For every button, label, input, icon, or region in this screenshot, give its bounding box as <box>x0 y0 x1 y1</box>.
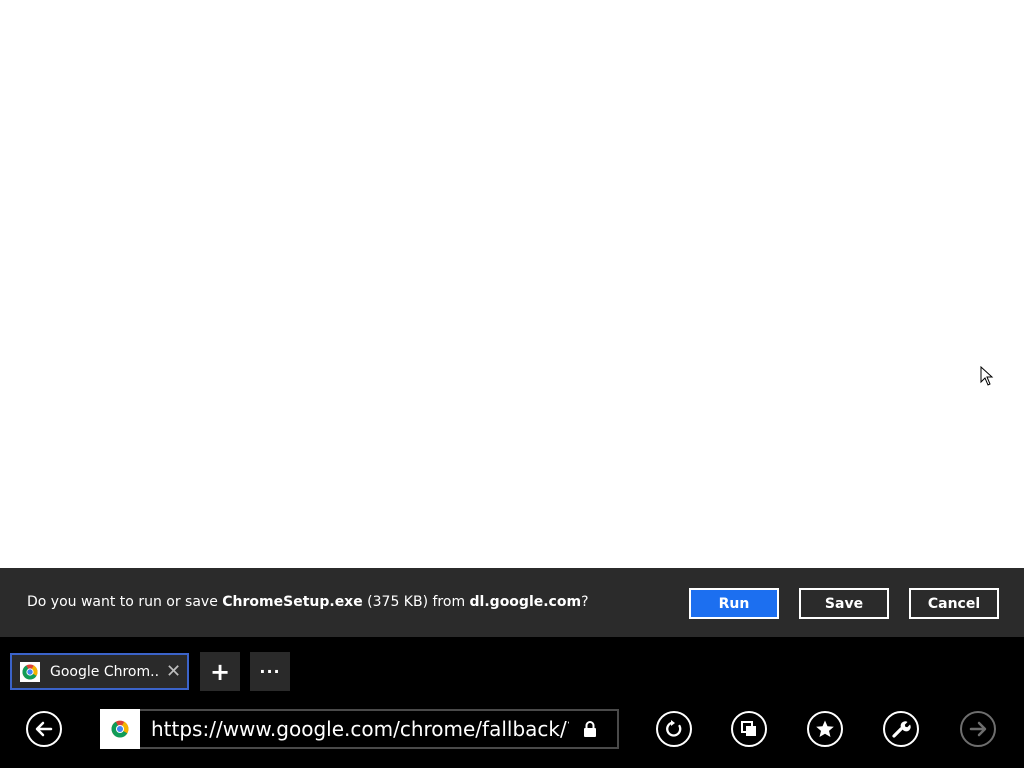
mouse-cursor-icon <box>980 366 994 386</box>
chrome-logo-icon <box>20 661 40 682</box>
more-options-button[interactable]: ··· <box>250 652 290 691</box>
source-domain: dl.google.com <box>469 594 582 610</box>
star-icon <box>816 720 834 737</box>
lock-icon[interactable] <box>583 720 597 738</box>
tab-google-chrome[interactable]: Google Chrom... ✕ <box>10 653 189 690</box>
favorites-button[interactable] <box>807 711 843 747</box>
cancel-button[interactable]: Cancel <box>909 588 999 619</box>
refresh-icon <box>666 720 682 737</box>
tab-title: Google Chrom... <box>50 663 160 680</box>
new-tab-button[interactable]: + <box>200 652 240 691</box>
pin-to-start-icon <box>741 721 756 736</box>
back-button[interactable] <box>26 711 62 747</box>
refresh-button[interactable] <box>656 711 692 747</box>
download-prompt: Do you want to run or save ChromeSetup.e… <box>27 594 589 610</box>
address-favicon <box>100 709 140 749</box>
browser-app-bar: Google Chrom... ✕ + ··· https://www.goog… <box>0 637 1024 768</box>
address-bar[interactable]: https://www.google.com/chrome/fallback/?… <box>140 709 619 749</box>
back-arrow-icon <box>35 721 53 737</box>
pin-to-start-button[interactable] <box>731 711 767 747</box>
forward-arrow-icon <box>969 721 987 737</box>
file-name: ChromeSetup.exe <box>222 594 363 610</box>
run-button[interactable]: Run <box>689 588 779 619</box>
wrench-icon <box>892 721 911 738</box>
download-notification-bar: Do you want to run or save ChromeSetup.e… <box>0 568 1024 637</box>
web-page-content <box>0 0 1024 568</box>
forward-button[interactable] <box>960 711 996 747</box>
close-icon[interactable]: ✕ <box>166 662 181 681</box>
tools-button[interactable] <box>883 711 919 747</box>
url-text[interactable]: https://www.google.com/chrome/fallback/?… <box>151 717 569 741</box>
save-button[interactable]: Save <box>799 588 889 619</box>
chrome-logo-icon <box>111 720 129 738</box>
